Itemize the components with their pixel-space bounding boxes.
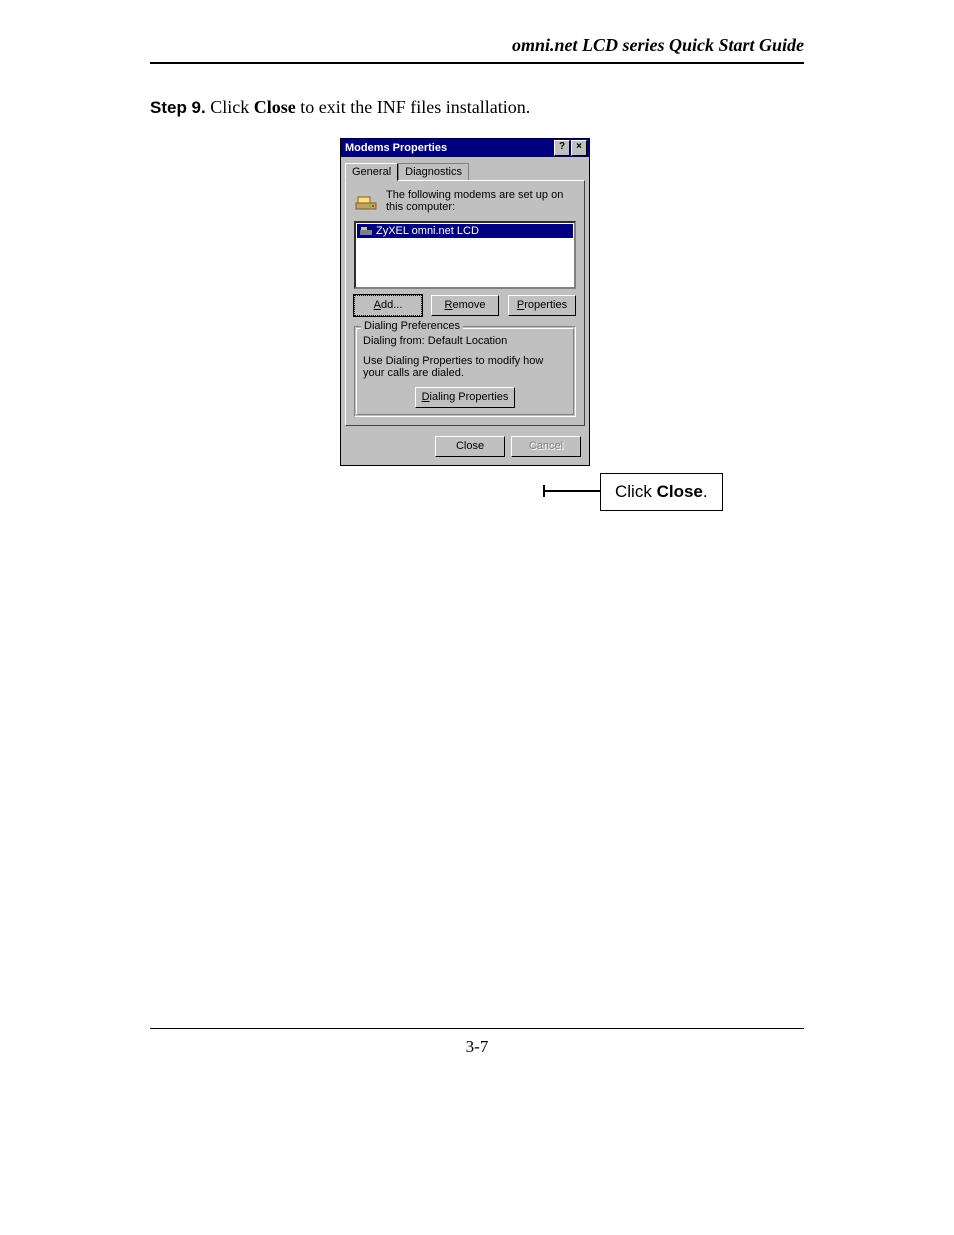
close-button[interactable]: Close: [435, 436, 505, 457]
header-rule: [150, 62, 804, 64]
tab-general[interactable]: General: [345, 163, 398, 181]
modems-properties-dialog: Modems Properties ? × GeneralDiagnostics…: [340, 138, 590, 466]
step-text-after: to exit the INF files installation.: [296, 97, 530, 117]
page-number: 3-7: [0, 1037, 954, 1057]
properties-button[interactable]: Properties: [508, 295, 576, 316]
footer-rule: [150, 1028, 804, 1029]
dialog-title: Modems Properties: [343, 139, 447, 157]
step-label: Step 9.: [150, 98, 206, 117]
remove-button[interactable]: Remove: [431, 295, 499, 316]
dialog-footer: Close Cancel: [341, 430, 589, 465]
help-icon[interactable]: ?: [554, 140, 570, 156]
group-title: Dialing Preferences: [361, 320, 463, 332]
callout-box: Click Close.: [600, 473, 723, 511]
tab-strip: GeneralDiagnostics: [341, 157, 589, 180]
dialing-properties-button[interactable]: Dialing Properties: [415, 387, 515, 408]
callout-suffix: .: [703, 482, 708, 501]
modem-small-icon: [359, 225, 373, 237]
callout-bold: Close: [657, 482, 703, 501]
intro-text: The following modems are set up on this …: [386, 189, 576, 213]
dialing-preferences-group: Dialing Preferences Dialing from: Defaul…: [354, 326, 576, 417]
header-title: omni.net LCD series Quick Start Guide: [512, 35, 804, 56]
list-item-label: ZyXEL omni.net LCD: [376, 225, 479, 237]
step-bold-word: Close: [254, 97, 296, 117]
dialing-from-label: Dialing from: Default Location: [363, 335, 567, 347]
cancel-button: Cancel: [511, 436, 581, 457]
dialing-hint-label: Use Dialing Properties to modify how you…: [363, 355, 567, 379]
modems-listbox[interactable]: ZyXEL omni.net LCD: [354, 221, 576, 289]
step-text-before: Click: [206, 97, 254, 117]
close-icon[interactable]: ×: [571, 140, 587, 156]
dialog-container: Modems Properties ? × GeneralDiagnostics…: [340, 138, 590, 466]
list-item[interactable]: ZyXEL omni.net LCD: [357, 224, 573, 238]
tab-diagnostics[interactable]: Diagnostics: [398, 163, 469, 180]
tab-panel-general: The following modems are set up on this …: [345, 180, 585, 426]
callout-prefix: Click: [615, 482, 657, 501]
add-button[interactable]: Add...: [354, 295, 422, 316]
step-instruction: Step 9. Click Close to exit the INF file…: [150, 97, 530, 118]
titlebar[interactable]: Modems Properties ? ×: [341, 139, 589, 157]
modem-icon: [354, 189, 378, 213]
callout-connector: [543, 490, 600, 492]
